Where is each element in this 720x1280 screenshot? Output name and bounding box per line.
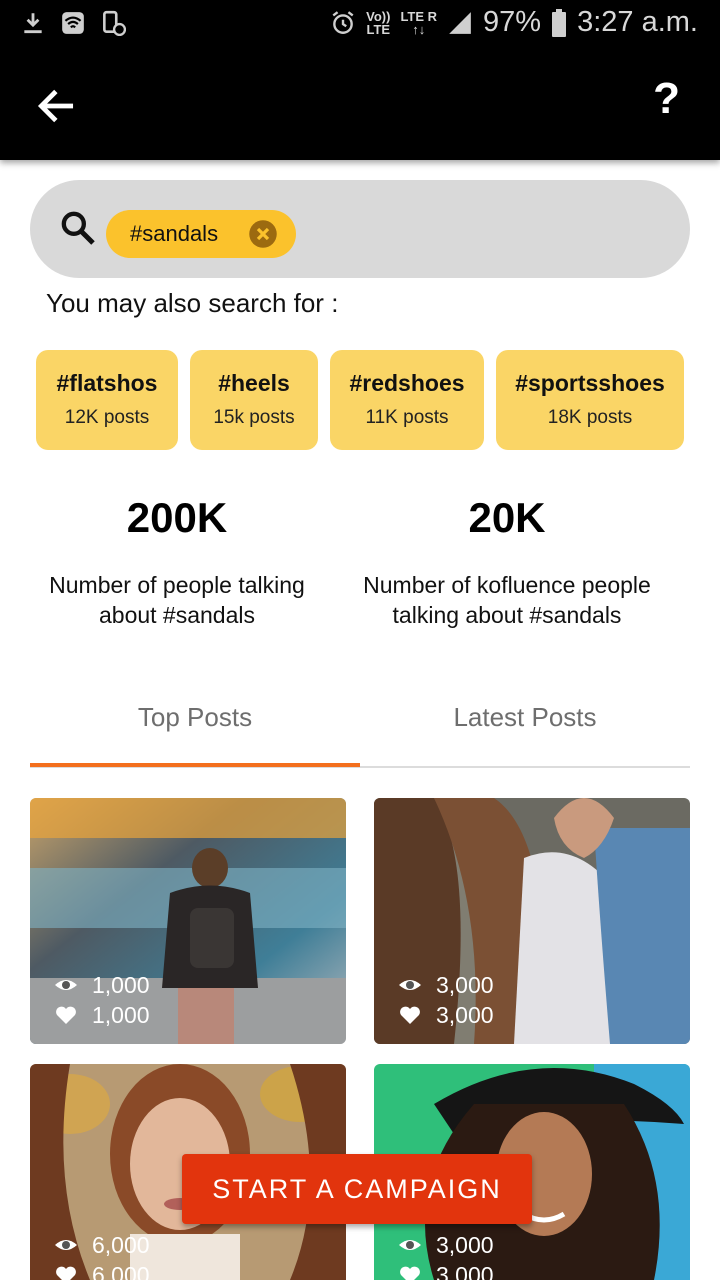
suggestion-tag: #heels — [218, 370, 290, 396]
stat-value: 20K — [468, 494, 546, 541]
suggestion-count: 12K posts — [64, 407, 150, 428]
lte-top: LTE R — [400, 8, 438, 24]
post-stats: 6,000 6,000 — [54, 1230, 150, 1280]
tab-active-indicator — [30, 763, 360, 767]
stat-people-talking: 200K Number of people talking about #san… — [20, 494, 334, 630]
arrow-left-icon[interactable] — [34, 84, 78, 128]
post-likes: 3,000 — [436, 1001, 494, 1028]
search-icon — [61, 211, 95, 245]
stat-value: 200K — [126, 494, 228, 541]
suggestion-card-redshoes[interactable]: #redshoes 11K posts — [330, 350, 484, 450]
post-views: 3,000 — [436, 971, 494, 998]
post-likes: 3,000 — [436, 1261, 494, 1280]
suggestion-tag: #redshoes — [349, 370, 465, 396]
wifi-icon — [62, 12, 84, 34]
stat-desc-line1: Number of people talking — [49, 572, 305, 598]
post-stats: 3,000 3,000 — [398, 1230, 494, 1280]
post-card[interactable]: 3,000 3,000 — [374, 798, 690, 1044]
help-button[interactable]: ? — [653, 74, 680, 124]
stat-kofluence-people: 20K Number of kofluence people talking a… — [340, 494, 674, 630]
suggestion-card-heels[interactable]: #heels 15k posts — [190, 350, 318, 450]
post-views: 3,000 — [436, 1231, 494, 1258]
status-notifications — [20, 10, 126, 36]
suggestion-count: 18K posts — [547, 407, 633, 428]
tab-top-posts[interactable]: Top Posts — [30, 690, 360, 766]
volte-indicator: Vo)) LTE — [366, 10, 390, 36]
eye-icon — [55, 1240, 77, 1250]
stat-desc-line2: about #sandals — [98, 602, 255, 628]
search-bar[interactable]: #sandals — [30, 180, 690, 278]
download-icon — [24, 13, 42, 34]
suggestion-card-sportsshoes[interactable]: #sportsshoes 18K posts — [496, 350, 684, 450]
suggestion-card-flatshos[interactable]: #flatshos 12K posts — [36, 350, 178, 450]
start-campaign-button[interactable]: START A CAMPAIGN — [182, 1154, 532, 1224]
suggestion-count: 15k posts — [213, 407, 295, 428]
search-tag-chip[interactable]: #sandals — [106, 210, 296, 258]
status-system: Vo)) LTE LTE R ↑↓ 97% 3:27 a.m. — [330, 6, 698, 39]
lte-bottom: ↑↓ — [412, 21, 426, 37]
battery-icon — [552, 8, 567, 37]
post-card[interactable]: 1,000 1,000 — [30, 798, 346, 1044]
suggestion-tag: #sportsshoes — [515, 370, 665, 396]
screen-timer-icon — [103, 10, 126, 36]
post-views: 1,000 — [92, 971, 150, 998]
signal-icon — [449, 11, 471, 34]
app-bar: ? — [0, 52, 720, 160]
suggestions-title: You may also search for : — [46, 288, 339, 318]
heart-icon — [56, 1266, 76, 1280]
volte-top: Vo)) — [366, 8, 391, 24]
suggestion-tag: #flatshos — [56, 370, 158, 396]
post-likes: 6,000 — [92, 1261, 150, 1280]
eye-icon — [55, 980, 77, 990]
search-tag-text: #sandals — [130, 221, 219, 246]
posts-tabs: Top Posts Latest Posts — [30, 690, 690, 768]
stat-desc-line1: Number of kofluence people — [363, 572, 651, 598]
lte-indicator: LTE R ↑↓ — [400, 10, 437, 36]
battery-percent: 97% — [483, 6, 542, 38]
stat-desc-line2: talking about #sandals — [392, 602, 622, 628]
status-bar: Vo)) LTE LTE R ↑↓ 97% 3:27 a.m. — [0, 0, 720, 52]
close-circle-icon[interactable] — [248, 219, 278, 249]
post-views: 6,000 — [92, 1231, 150, 1258]
heart-icon — [56, 1006, 76, 1024]
volte-bottom: LTE — [366, 21, 391, 37]
tab-latest-posts[interactable]: Latest Posts — [360, 690, 690, 766]
suggestion-count: 11K posts — [365, 407, 449, 428]
clock: 3:27 a.m. — [577, 6, 698, 38]
eye-icon — [399, 1240, 421, 1250]
heart-icon — [400, 1266, 420, 1280]
heart-icon — [400, 1006, 420, 1024]
post-likes: 1,000 — [92, 1001, 150, 1028]
alarm-icon — [332, 10, 354, 34]
post-stats: 1,000 1,000 — [54, 970, 150, 1030]
eye-icon — [399, 980, 421, 990]
post-stats: 3,000 3,000 — [398, 970, 494, 1030]
